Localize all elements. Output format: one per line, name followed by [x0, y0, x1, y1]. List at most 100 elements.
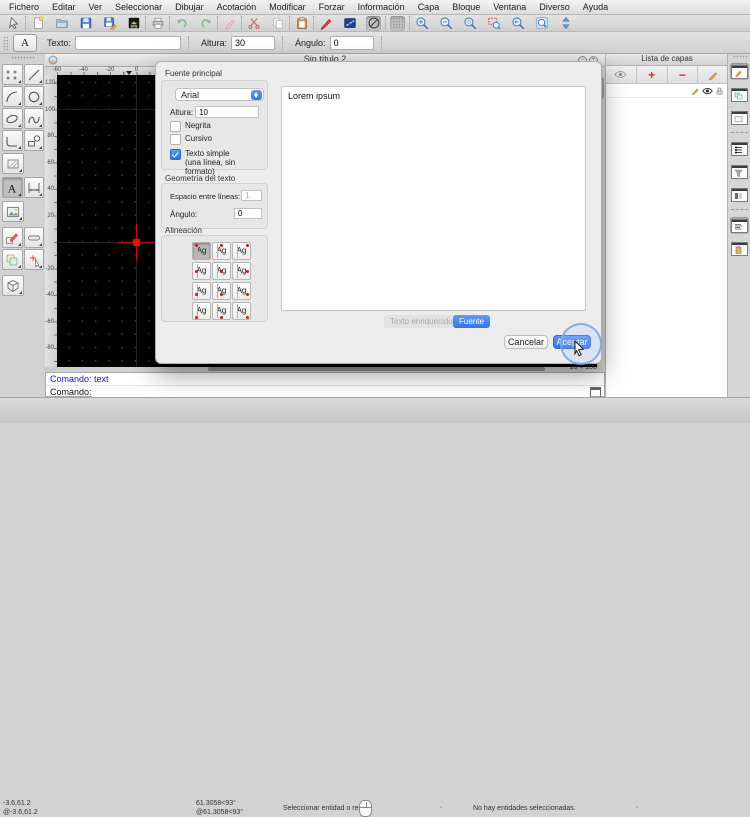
zoom-out-icon[interactable]	[438, 16, 453, 31]
italic-checkbox[interactable]: Cursivo	[170, 134, 212, 145]
list-window-toggle[interactable]	[730, 140, 749, 157]
text-tool-indicator[interactable]: A	[13, 33, 37, 52]
checkbox-icon[interactable]	[170, 134, 181, 145]
pen-window-toggle[interactable]	[730, 63, 749, 80]
library-window-toggle[interactable]	[730, 109, 749, 126]
text-input[interactable]	[75, 35, 182, 50]
dock-drag-handle[interactable]	[732, 55, 747, 59]
draw-pencil-icon[interactable]	[318, 16, 333, 31]
blocks-window-toggle[interactable]	[730, 86, 749, 103]
angle-input[interactable]	[329, 35, 374, 50]
layer-edit-icon[interactable]	[691, 86, 700, 95]
font-family-select[interactable]: Arial	[175, 88, 264, 101]
layer-visible-icon[interactable]	[702, 87, 713, 95]
tab-rich-text[interactable]: Texto enriquecido	[384, 315, 459, 328]
tool-ellipse-button[interactable]	[2, 108, 23, 129]
bold-checkbox[interactable]: Negrita	[170, 121, 211, 132]
checkbox-icon[interactable]	[170, 121, 181, 132]
zoom-pan-icon[interactable]	[534, 16, 549, 31]
alignment-baseline-left-button[interactable]: Ag	[192, 282, 211, 300]
menu-item-capa[interactable]: Capa	[418, 2, 440, 12]
remove-layer-button[interactable]: −	[668, 66, 699, 83]
menu-item-seleccionar[interactable]: Seleccionar	[115, 2, 162, 12]
menu-item-dibujar[interactable]: Dibujar	[175, 2, 204, 12]
tool-line-button[interactable]	[23, 64, 44, 85]
tool-box-3d-button[interactable]	[2, 275, 24, 296]
snap-grid-icon[interactable]	[390, 15, 405, 31]
edit-layer-button[interactable]	[698, 66, 728, 83]
zoom-auto-icon[interactable]	[462, 16, 477, 31]
tool-text-button[interactable]: A	[2, 177, 23, 198]
command-window-toggle[interactable]	[730, 217, 749, 234]
horizontal-scrollbar-thumb[interactable]	[208, 367, 545, 371]
redo-icon[interactable]	[198, 16, 213, 31]
text-content-area[interactable]: Lorem ipsum	[281, 86, 586, 311]
palette-drag-handle[interactable]	[10, 56, 35, 60]
alignment-baseline-center-button[interactable]: Ag	[212, 282, 231, 300]
new-document-icon[interactable]	[30, 16, 45, 31]
tool-dimension-button[interactable]	[23, 177, 44, 198]
font-height-input[interactable]	[195, 106, 259, 118]
print-icon[interactable]	[150, 16, 165, 31]
tool-arc-button[interactable]	[2, 86, 23, 107]
alignment-middle-center-button[interactable]: Ag	[212, 262, 231, 280]
clipboard-window-toggle[interactable]	[730, 240, 749, 257]
alignment-bottom-center-button[interactable]: Ag	[212, 302, 231, 320]
tool-spline-button[interactable]	[23, 108, 44, 129]
menu-item-bloque[interactable]: Bloque	[452, 2, 480, 12]
alignment-top-left-button[interactable]: Ag	[192, 242, 211, 260]
menu-item-forzar[interactable]: Forzar	[319, 2, 345, 12]
zoom-previous-icon[interactable]	[510, 16, 525, 31]
layer-row[interactable]	[606, 84, 728, 98]
expand-command-icon[interactable]	[590, 386, 601, 398]
chart-view-icon[interactable]	[342, 16, 357, 31]
tool-hatch-button[interactable]	[2, 153, 24, 174]
tool-circle-button[interactable]	[23, 86, 44, 107]
menu-item-informacion[interactable]: Información	[358, 2, 405, 12]
zoom-window-icon[interactable]	[486, 16, 501, 31]
cancel-button[interactable]: Cancelar	[504, 335, 548, 349]
alignment-middle-left-button[interactable]: Ag	[192, 262, 211, 280]
copy-icon[interactable]	[270, 16, 285, 31]
tool-shapes-button[interactable]	[23, 130, 44, 151]
menu-item-diverso[interactable]: Diverso	[539, 2, 570, 12]
save-icon[interactable]	[78, 16, 93, 31]
alignment-middle-right-button[interactable]: Ag	[232, 262, 251, 280]
undo-icon[interactable]	[174, 16, 189, 31]
height-input[interactable]	[231, 35, 276, 50]
menu-item-ventana[interactable]: Ventana	[493, 2, 526, 12]
checkbox-checked-icon[interactable]	[170, 149, 181, 160]
cursor-icon[interactable]	[6, 16, 21, 31]
tool-polyline-button[interactable]	[2, 130, 23, 151]
alignment-baseline-right-button[interactable]: Ag	[232, 282, 251, 300]
add-layer-button[interactable]: +	[637, 66, 668, 83]
layer-lock-icon[interactable]	[715, 86, 724, 96]
cut-scissors-icon[interactable]	[246, 16, 261, 31]
block-info-window-toggle[interactable]	[730, 186, 749, 203]
tool-modify-button[interactable]	[2, 227, 23, 248]
line-spacing-input[interactable]	[241, 190, 262, 201]
alignment-bottom-right-button[interactable]: Ag	[232, 302, 251, 320]
open-folder-icon[interactable]	[54, 16, 69, 31]
tab-font[interactable]: Fuente	[453, 315, 490, 328]
alignment-top-center-button[interactable]: Ag	[212, 242, 231, 260]
zoom-in-icon[interactable]	[414, 16, 429, 31]
paste-clipboard-icon[interactable]	[294, 16, 309, 31]
simple-text-checkbox[interactable]: Texto simple (una línea, sin formato)	[170, 149, 267, 176]
dialog-angle-input[interactable]	[234, 208, 262, 219]
save-as-icon[interactable]	[102, 16, 117, 31]
filter-window-toggle[interactable]	[730, 163, 749, 180]
tool-image-button[interactable]	[2, 201, 24, 222]
tool-points-button[interactable]	[2, 64, 23, 85]
toggle-visibility-button[interactable]	[606, 66, 637, 83]
tool-select-button[interactable]	[23, 249, 44, 270]
svg-export-icon[interactable]: SVG	[126, 16, 141, 31]
tool-order-button[interactable]	[2, 249, 23, 270]
toolbar-drag-handle[interactable]	[3, 35, 8, 50]
combo-stepper-icon[interactable]	[251, 90, 262, 100]
pen-icon[interactable]	[222, 16, 237, 31]
scroll-vertical-icon[interactable]	[558, 16, 573, 31]
menu-item-fichero[interactable]: Fichero	[9, 2, 39, 12]
menu-item-ver[interactable]: Ver	[89, 2, 103, 12]
deselect-circle-icon[interactable]	[366, 15, 381, 31]
